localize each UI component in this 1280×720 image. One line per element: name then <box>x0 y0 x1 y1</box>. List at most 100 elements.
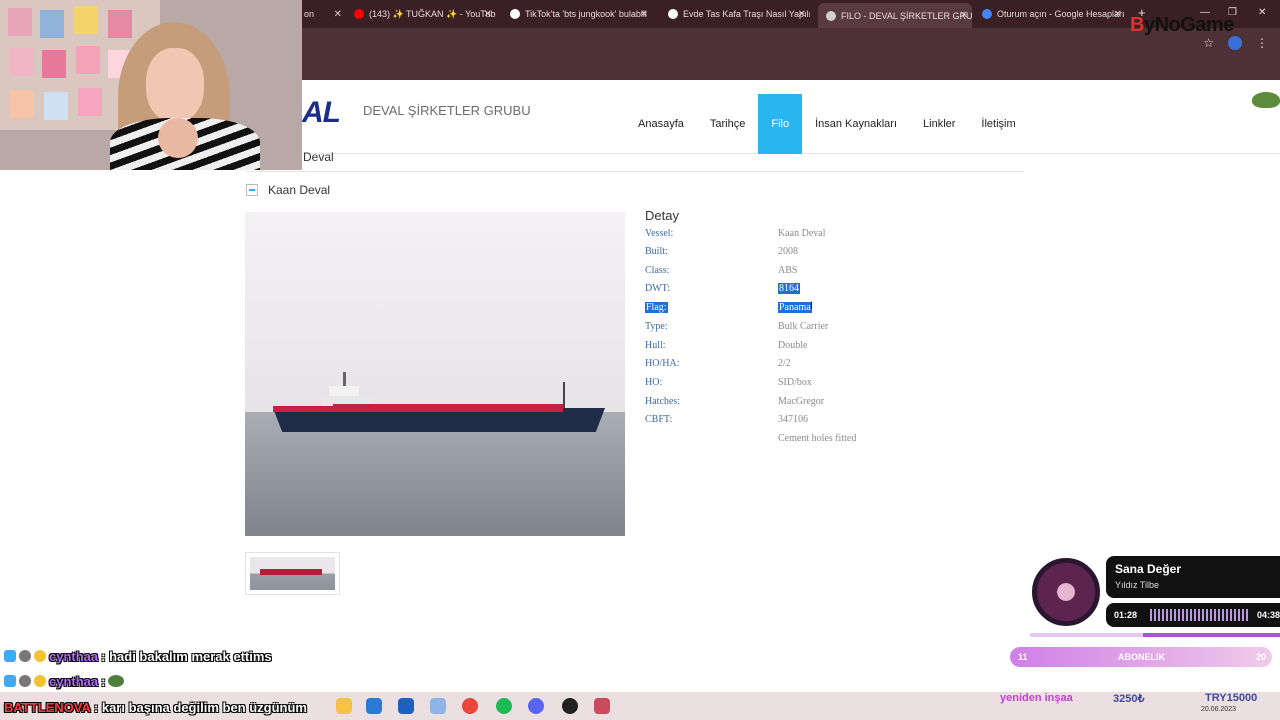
tab-label: Evde Tas Kafa Traşı Nasıl Yapılır <box>683 9 810 19</box>
app-icon[interactable] <box>594 698 610 714</box>
song-artist: Yıldız Tilbe <box>1115 580 1160 590</box>
detail-row-flag: Flag: Panama <box>645 302 945 318</box>
now-playing-timeline: 01:28 04:38 <box>1106 603 1280 627</box>
chat-message: BATTLENOVA : karı başına değilim ben üzg… <box>4 698 307 716</box>
sub-count-current: 11 <box>1018 652 1028 662</box>
detail-row-cbft: CBFT: 347106 <box>645 414 945 430</box>
close-icon[interactable]: ✕ <box>334 9 342 20</box>
detail-value: 347106 <box>778 414 808 425</box>
poster <box>74 6 98 34</box>
site-logo[interactable]: AL <box>302 96 341 130</box>
subscription-goal-bar: 11 ABONELIK 20 <box>1010 647 1272 667</box>
detail-value: 2008 <box>778 246 798 257</box>
close-icon[interactable]: ✕ <box>1114 9 1122 20</box>
previous-vessel-title[interactable]: Deval <box>303 150 334 164</box>
detail-value-selected: Panama <box>778 302 812 313</box>
close-icon[interactable]: ✕ <box>960 10 968 21</box>
detail-key: DWT: <box>645 283 671 294</box>
tab-2[interactable]: TikTok'ta 'bts jungkook' bulabili ✕ <box>502 4 652 24</box>
star-icon[interactable]: ☆ <box>1203 36 1214 50</box>
detail-value: Double <box>778 340 808 351</box>
detail-value: Bulk Carrier <box>778 321 829 332</box>
detail-key: Type: <box>645 321 668 332</box>
detail-value: ABS <box>778 265 798 276</box>
main-nav: Anasayfa Tarihçe Filo İnsan Kaynakları L… <box>625 94 1029 154</box>
nav-tarihce[interactable]: Tarihçe <box>697 94 758 154</box>
nav-anasayfa[interactable]: Anasayfa <box>625 94 697 154</box>
detail-value: Cement holes fitted <box>778 433 857 444</box>
chat-text: : hadi bakalım merak ettims <box>101 648 272 664</box>
cube-badge-icon <box>4 650 16 662</box>
subscriber-badge-icon <box>19 675 31 687</box>
tiktok-icon <box>668 9 678 19</box>
tab-5[interactable]: Oturum açın - Google Hesapları ✕ <box>974 4 1126 24</box>
song-progress-fill <box>1030 633 1143 637</box>
detail-value: MacGregor <box>778 396 825 407</box>
nav-filo[interactable]: Filo <box>758 94 803 154</box>
chat-username[interactable]: BATTLENOVA <box>4 700 91 715</box>
detail-row-vessel: Vessel: Kaan Deval <box>645 228 945 244</box>
detail-row-class: Class: ABS <box>645 265 945 281</box>
detail-key: CBFT: <box>645 414 673 425</box>
poster <box>40 10 64 38</box>
tab-1[interactable]: (143) ✨ TUĞKAN ✨ - YouTube ✕ <box>346 4 496 24</box>
tab-0[interactable]: on ✕ <box>296 4 346 24</box>
divider <box>246 171 1024 172</box>
chat-username[interactable]: cynthaa <box>49 674 98 689</box>
spotify-icon[interactable] <box>496 698 512 714</box>
outlook-icon[interactable] <box>398 698 414 714</box>
store-icon[interactable] <box>366 698 382 714</box>
profile-avatar-icon[interactable] <box>1228 36 1242 50</box>
toolbar-icons: ☆ ⋮ <box>1203 36 1268 50</box>
detail-value: Kaan Deval <box>778 228 826 239</box>
discord-icon[interactable] <box>528 698 544 714</box>
subscriber-badge-icon <box>19 650 31 662</box>
vessel-title[interactable]: Kaan Deval <box>268 183 330 197</box>
tab-3[interactable]: Evde Tas Kafa Traşı Nasıl Yapılır ✕ <box>660 4 810 24</box>
goal-label: yeniden inşaa <box>1000 692 1073 704</box>
detail-key: Vessel: <box>645 228 674 239</box>
now-playing-card: Sana Değer Yıldız Tilbe <box>1106 556 1280 598</box>
youtube-icon <box>354 9 364 19</box>
detail-key: Built: <box>645 246 668 257</box>
menu-icon[interactable]: ⋮ <box>1256 36 1268 50</box>
vessel-thumbnail[interactable] <box>245 552 340 595</box>
album-art <box>1030 556 1102 628</box>
detail-key: Class: <box>645 265 670 276</box>
tab-4[interactable]: FILO - DEVAL ŞİRKETLER GRUBU ✕ <box>818 3 972 28</box>
close-icon[interactable]: ✕ <box>798 9 806 20</box>
nav-linkler[interactable]: Linkler <box>910 94 968 154</box>
detail-row-dwt: DWT: 8164 <box>645 283 945 299</box>
sub-count-target: 20 <box>1255 652 1266 662</box>
close-icon[interactable]: ✕ <box>640 9 648 20</box>
google-icon <box>982 9 992 19</box>
nav-insan-kaynaklari[interactable]: İnsan Kaynakları <box>802 94 910 154</box>
tab-label: on <box>304 9 315 19</box>
site-brand-name: DEVAL ŞİRKETLER GRUBU <box>363 103 531 118</box>
detail-row-built: Built: 2008 <box>645 246 945 262</box>
frog-emote-icon <box>108 675 125 687</box>
detail-key: HO/HA: <box>645 358 680 369</box>
detail-title: Detay <box>645 208 679 223</box>
detail-row-hatches: Hatches: MacGregor <box>645 396 945 412</box>
detail-row-hull: Hull: Double <box>645 340 945 356</box>
close-icon[interactable]: ✕ <box>484 9 492 20</box>
frog-emote-icon <box>1252 92 1280 108</box>
window-close-icon[interactable]: ✕ <box>1258 7 1266 18</box>
detail-value: 2/2 <box>778 358 791 369</box>
nav-iletisim[interactable]: İletişim <box>968 94 1028 154</box>
coin-badge-icon <box>34 675 46 687</box>
settings-icon[interactable] <box>430 698 446 714</box>
total-time: 04:38 <box>1256 610 1280 620</box>
chat-username[interactable]: cynthaa <box>49 649 98 664</box>
obs-icon[interactable] <box>562 698 578 714</box>
logo-text: yNoGame <box>1143 14 1234 36</box>
vessel-photo[interactable] <box>245 212 625 536</box>
folder-icon[interactable] <box>336 698 352 714</box>
chat-message: cynthaa : <box>4 672 125 690</box>
ship-image <box>273 372 605 432</box>
chrome-icon[interactable] <box>462 698 478 714</box>
collapse-icon[interactable] <box>246 184 258 196</box>
detail-key-selected: Flag: <box>645 302 668 313</box>
detail-row-ho: HO: SID/box <box>645 377 945 393</box>
